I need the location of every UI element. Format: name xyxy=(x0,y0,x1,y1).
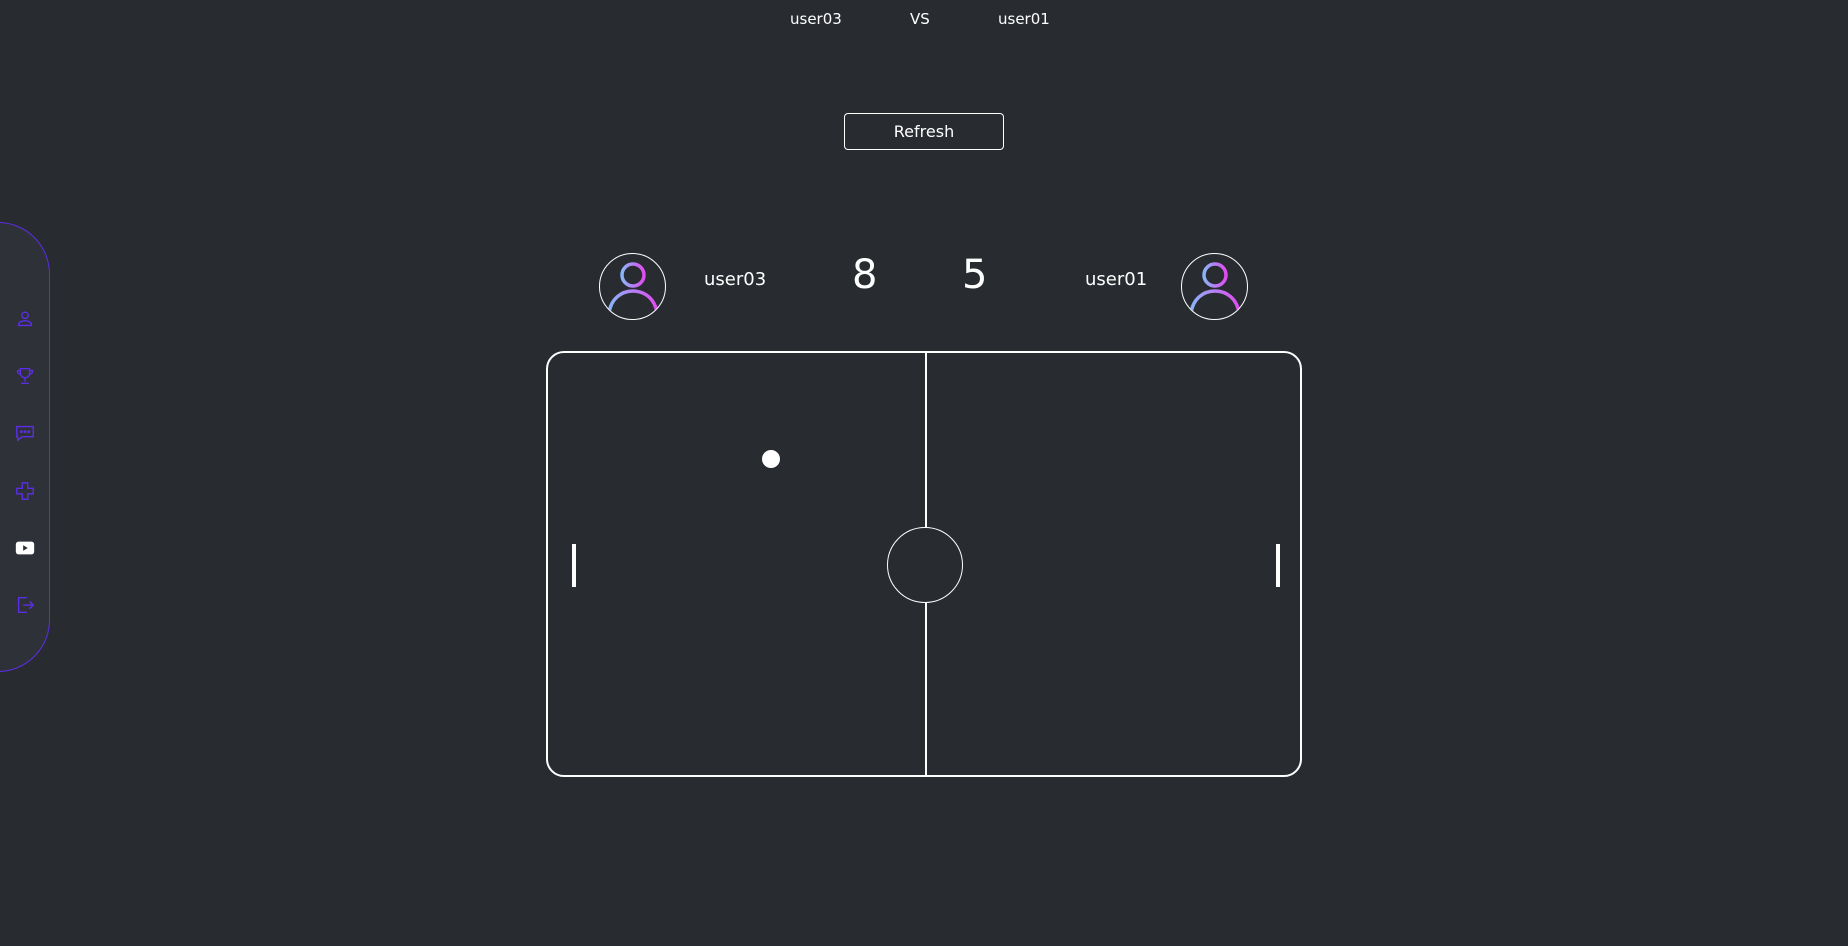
matchup-vs-label: VS xyxy=(910,10,930,28)
chat-icon xyxy=(16,425,34,442)
trophy-icon xyxy=(16,367,34,385)
matchup-player-left: user03 xyxy=(790,10,842,28)
refresh-button[interactable]: Refresh xyxy=(844,113,1004,150)
sidebar-item-chat[interactable] xyxy=(13,421,37,445)
ball xyxy=(762,450,780,468)
matchup-header: user03 VS user01 xyxy=(0,10,1848,32)
sidebar-item-game[interactable] xyxy=(13,479,37,503)
user-icon xyxy=(17,311,33,327)
sidebar-item-watch[interactable] xyxy=(13,536,37,560)
avatar-user-icon xyxy=(1188,261,1241,313)
player-right-avatar xyxy=(1181,253,1248,320)
right-paddle xyxy=(1276,544,1280,587)
pong-field xyxy=(546,351,1302,777)
player-left-avatar xyxy=(599,253,666,320)
avatar-user-icon xyxy=(606,261,659,313)
sidebar-nav xyxy=(0,222,50,672)
matchup-player-right: user01 xyxy=(998,10,1050,28)
sidebar-item-logout[interactable] xyxy=(13,593,37,617)
play-video-icon xyxy=(15,541,35,555)
player-left-score: 8 xyxy=(852,252,878,298)
logout-icon xyxy=(17,596,35,614)
sidebar-item-leaderboard[interactable] xyxy=(13,364,37,388)
gamepad-icon xyxy=(16,482,34,500)
player-left-name: user03 xyxy=(704,269,767,290)
player-right-name: user01 xyxy=(1085,269,1148,290)
left-paddle xyxy=(572,544,576,587)
sidebar-item-profile[interactable] xyxy=(13,307,37,331)
player-right-score: 5 xyxy=(962,252,988,298)
center-circle xyxy=(887,527,963,603)
